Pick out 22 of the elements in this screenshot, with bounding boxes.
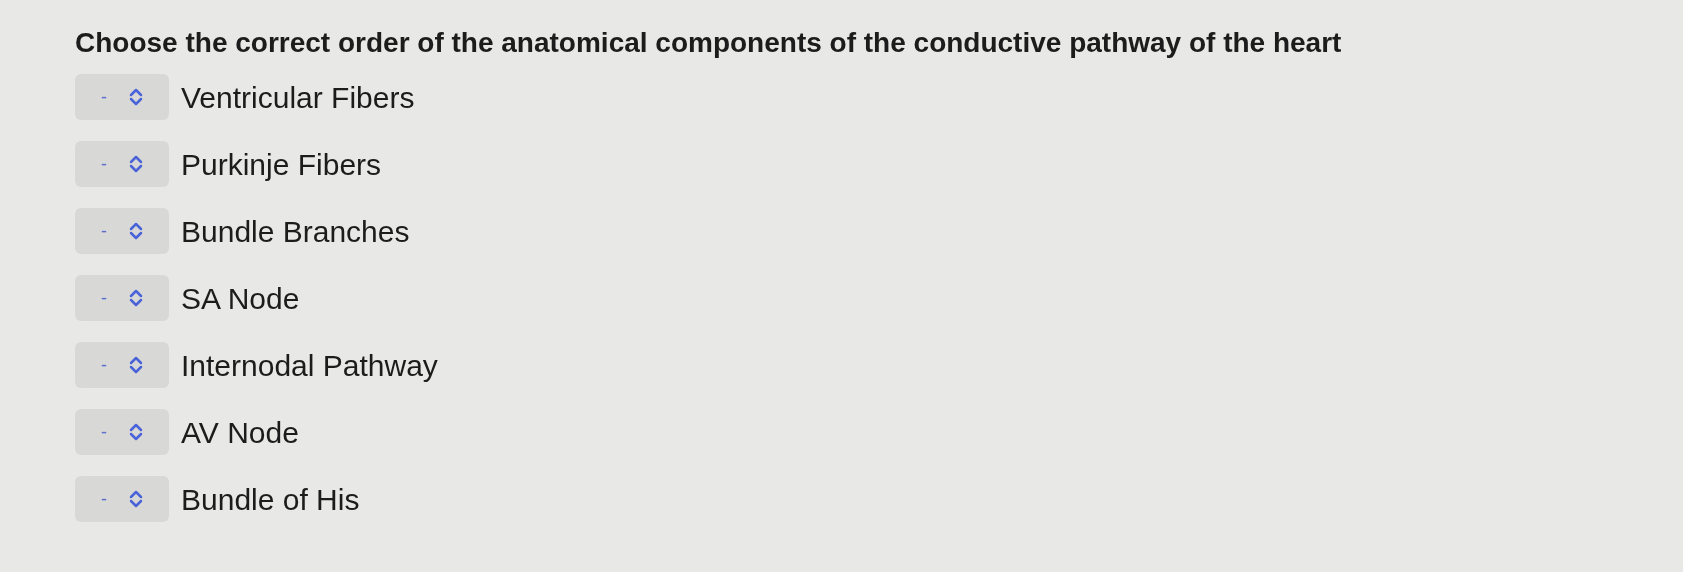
item-label: AV Node (181, 414, 299, 451)
order-dropdown[interactable]: - (75, 208, 169, 254)
item-label: Bundle Branches (181, 213, 410, 250)
question-text: Choose the correct order of the anatomical components of the conductive pathway of the heart (75, 26, 1343, 60)
item-label: Internodal Pathway (181, 347, 438, 384)
up-down-chevron-icon (129, 221, 143, 241)
up-down-chevron-icon (129, 422, 143, 442)
up-down-chevron-icon (129, 87, 143, 107)
item-label: SA Node (181, 280, 300, 317)
order-dropdown[interactable]: - (75, 409, 169, 455)
up-down-chevron-icon (129, 355, 143, 375)
order-dropdown[interactable]: - (75, 275, 169, 321)
order-dropdown[interactable]: - (75, 342, 169, 388)
order-dropdown[interactable]: - (75, 476, 169, 522)
item-label: Bundle of His (181, 481, 360, 518)
item-label: Ventricular Fibers (181, 79, 415, 116)
up-down-chevron-icon (129, 489, 143, 509)
up-down-chevron-icon (129, 288, 143, 308)
up-down-chevron-icon (129, 154, 143, 174)
order-dropdown[interactable]: - (75, 74, 169, 120)
order-dropdown[interactable]: - (75, 141, 169, 187)
item-label: Purkinje Fibers (181, 146, 382, 183)
